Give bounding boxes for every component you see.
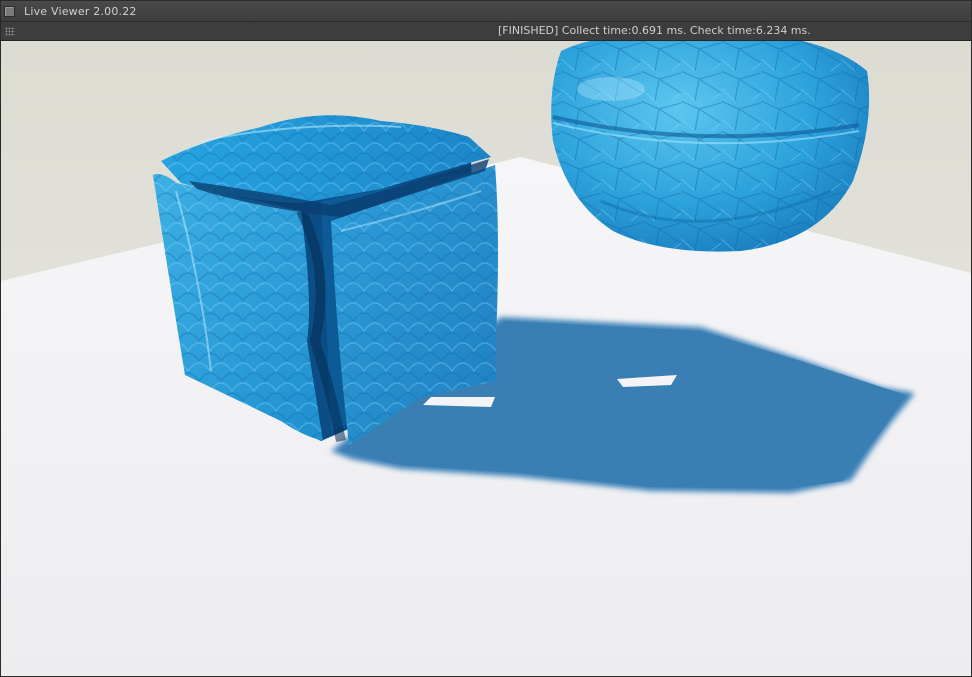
window-menu-icon[interactable] bbox=[4, 5, 15, 17]
live-viewer-window: Live Viewer 2.00.22 [FINISHED] Collect t… bbox=[0, 0, 972, 677]
status-text: [FINISHED] Collect time:0.691 ms. Check … bbox=[498, 24, 811, 37]
grip-icon[interactable] bbox=[5, 26, 15, 36]
render-viewport[interactable] bbox=[1, 41, 971, 676]
status-bar: [FINISHED] Collect time:0.691 ms. Check … bbox=[1, 22, 971, 41]
title-bar[interactable]: Live Viewer 2.00.22 bbox=[1, 1, 971, 22]
render-image bbox=[1, 41, 971, 676]
window-title: Live Viewer 2.00.22 bbox=[24, 4, 137, 18]
